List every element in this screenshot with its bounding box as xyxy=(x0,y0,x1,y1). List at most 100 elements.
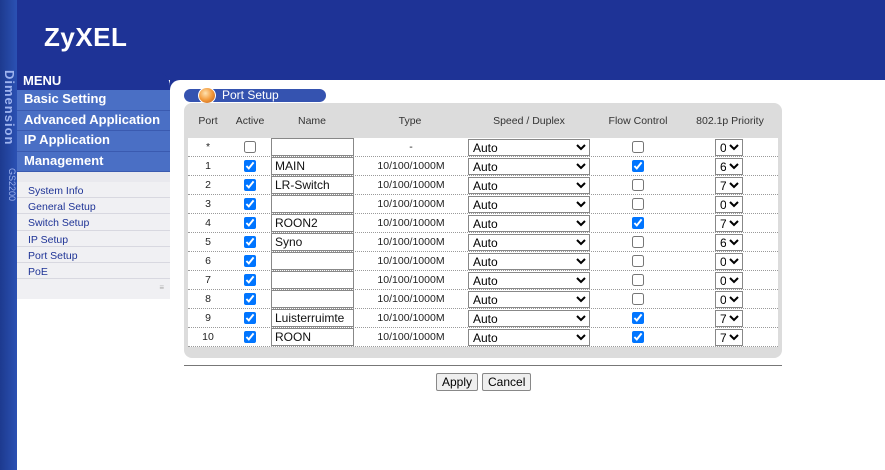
flow-control-checkbox[interactable] xyxy=(632,236,644,248)
active-checkbox[interactable] xyxy=(244,141,256,153)
speed-duplex-select[interactable]: Auto xyxy=(468,234,590,251)
speed-duplex-select[interactable]: Auto xyxy=(468,158,590,175)
menu-title: MENU xyxy=(17,72,170,90)
port-type: 10/100/1000M xyxy=(377,236,445,248)
top-header: ZyXEL xyxy=(17,0,885,80)
port-type: 10/100/1000M xyxy=(377,331,445,343)
port-name-input[interactable] xyxy=(271,233,354,251)
port-number: 4 xyxy=(205,217,211,229)
port-number: 9 xyxy=(205,312,211,324)
active-checkbox[interactable] xyxy=(244,274,256,286)
submenu-item-system-info[interactable]: System Info xyxy=(17,182,170,199)
port-name-input[interactable] xyxy=(271,290,354,308)
menu-spacer xyxy=(17,172,170,182)
active-checkbox[interactable] xyxy=(244,198,256,210)
port-type: 10/100/1000M xyxy=(377,179,445,191)
speed-duplex-select[interactable]: Auto xyxy=(468,177,590,194)
main-menu: Basic Setting Advanced Application IP Appl… xyxy=(17,90,170,172)
col-active: Active xyxy=(235,115,265,127)
flow-control-checkbox[interactable] xyxy=(632,293,644,305)
port-number: 1 xyxy=(205,160,211,172)
active-checkbox[interactable] xyxy=(244,312,256,324)
priority-select[interactable]: 0 xyxy=(715,196,743,213)
table-row: * - Auto 0 xyxy=(188,138,778,157)
port-number: 2 xyxy=(205,179,211,191)
speed-duplex-select[interactable]: Auto xyxy=(468,272,590,289)
speed-duplex-select[interactable]: Auto xyxy=(468,329,590,346)
active-checkbox[interactable] xyxy=(244,293,256,305)
table-row: 10 10/100/1000M Auto 7 xyxy=(188,328,778,347)
port-name-input[interactable] xyxy=(271,271,354,289)
cancel-button[interactable]: Cancel xyxy=(482,373,532,391)
port-type: 10/100/1000M xyxy=(377,198,445,210)
flow-control-checkbox[interactable] xyxy=(632,198,644,210)
priority-select[interactable]: 0 xyxy=(715,291,743,308)
speed-duplex-select[interactable]: Auto xyxy=(468,253,590,270)
port-type: 10/100/1000M xyxy=(377,217,445,229)
col-speed: Speed / Duplex xyxy=(493,115,565,127)
priority-select[interactable]: 0 xyxy=(715,272,743,289)
priority-select[interactable]: 7 xyxy=(715,215,743,232)
table-header: Port Active Name Type Speed / Duplex Flo… xyxy=(184,105,782,135)
table-row: 2 10/100/1000M Auto 7 xyxy=(188,176,778,195)
priority-select[interactable]: 7 xyxy=(715,177,743,194)
menu-item-basic-setting[interactable]: Basic Setting xyxy=(17,90,170,111)
divider xyxy=(184,365,782,366)
port-name-input[interactable] xyxy=(271,214,354,232)
port-number: 3 xyxy=(205,198,211,210)
active-checkbox[interactable] xyxy=(244,331,256,343)
table-row: 4 10/100/1000M Auto 7 xyxy=(188,214,778,233)
flow-control-checkbox[interactable] xyxy=(632,141,644,153)
flow-control-checkbox[interactable] xyxy=(632,160,644,172)
col-type: Type xyxy=(398,115,422,127)
active-checkbox[interactable] xyxy=(244,255,256,267)
flow-control-checkbox[interactable] xyxy=(632,331,644,343)
speed-duplex-select[interactable]: Auto xyxy=(468,310,590,327)
submenu-item-port-setup[interactable]: Port Setup xyxy=(17,247,170,263)
menu-item-management[interactable]: Management xyxy=(17,151,170,172)
flow-control-checkbox[interactable] xyxy=(632,274,644,286)
priority-select[interactable]: 6 xyxy=(715,158,743,175)
port-type: - xyxy=(409,141,413,153)
speed-duplex-select[interactable]: Auto xyxy=(468,215,590,232)
flow-control-checkbox[interactable] xyxy=(632,217,644,229)
priority-select[interactable]: 0 xyxy=(715,253,743,270)
priority-select[interactable]: 0 xyxy=(715,139,743,156)
submenu-item-ip-setup[interactable]: IP Setup xyxy=(17,231,170,247)
active-checkbox[interactable] xyxy=(244,236,256,248)
priority-select[interactable]: 6 xyxy=(715,234,743,251)
port-number: 5 xyxy=(205,236,211,248)
menu-item-advanced-application[interactable]: Advanced Application xyxy=(17,110,170,131)
flow-control-checkbox[interactable] xyxy=(632,179,644,191)
port-number: * xyxy=(205,141,211,153)
flow-control-checkbox[interactable] xyxy=(632,312,644,324)
port-number: 7 xyxy=(205,274,211,286)
table-row: 9 10/100/1000M Auto 7 xyxy=(188,309,778,328)
port-name-input[interactable] xyxy=(271,309,354,327)
port-number: 6 xyxy=(205,255,211,267)
menu-item-ip-application[interactable]: IP Application xyxy=(17,131,170,152)
speed-duplex-select[interactable]: Auto xyxy=(468,139,590,156)
speed-duplex-select[interactable]: Auto xyxy=(468,291,590,308)
submenu-item-switch-setup[interactable]: Switch Setup xyxy=(17,214,170,231)
submenu-item-poe[interactable]: PoE xyxy=(17,263,170,280)
port-name-input[interactable] xyxy=(271,252,354,270)
port-name-input[interactable] xyxy=(271,328,354,346)
apply-button[interactable]: Apply xyxy=(436,373,479,391)
col-priority: 802.1p Priority xyxy=(696,115,764,127)
port-name-input[interactable] xyxy=(271,176,354,194)
active-checkbox[interactable] xyxy=(244,179,256,191)
port-name-input[interactable] xyxy=(271,157,354,175)
flow-control-checkbox[interactable] xyxy=(632,255,644,267)
table-row: 5 10/100/1000M Auto 6 xyxy=(188,233,778,252)
speed-duplex-select[interactable]: Auto xyxy=(468,196,590,213)
submenu-item-general-setup[interactable]: General Setup xyxy=(17,198,170,215)
sub-menu: System Info General Setup Switch Setup IP S… xyxy=(17,182,170,300)
zyxel-logo: ZyXEL xyxy=(44,22,128,52)
port-name-input[interactable] xyxy=(271,195,354,213)
active-checkbox[interactable] xyxy=(244,217,256,229)
priority-select[interactable]: 7 xyxy=(715,310,743,327)
priority-select[interactable]: 7 xyxy=(715,329,743,346)
active-checkbox[interactable] xyxy=(244,160,256,172)
port-name-input[interactable] xyxy=(271,138,354,156)
